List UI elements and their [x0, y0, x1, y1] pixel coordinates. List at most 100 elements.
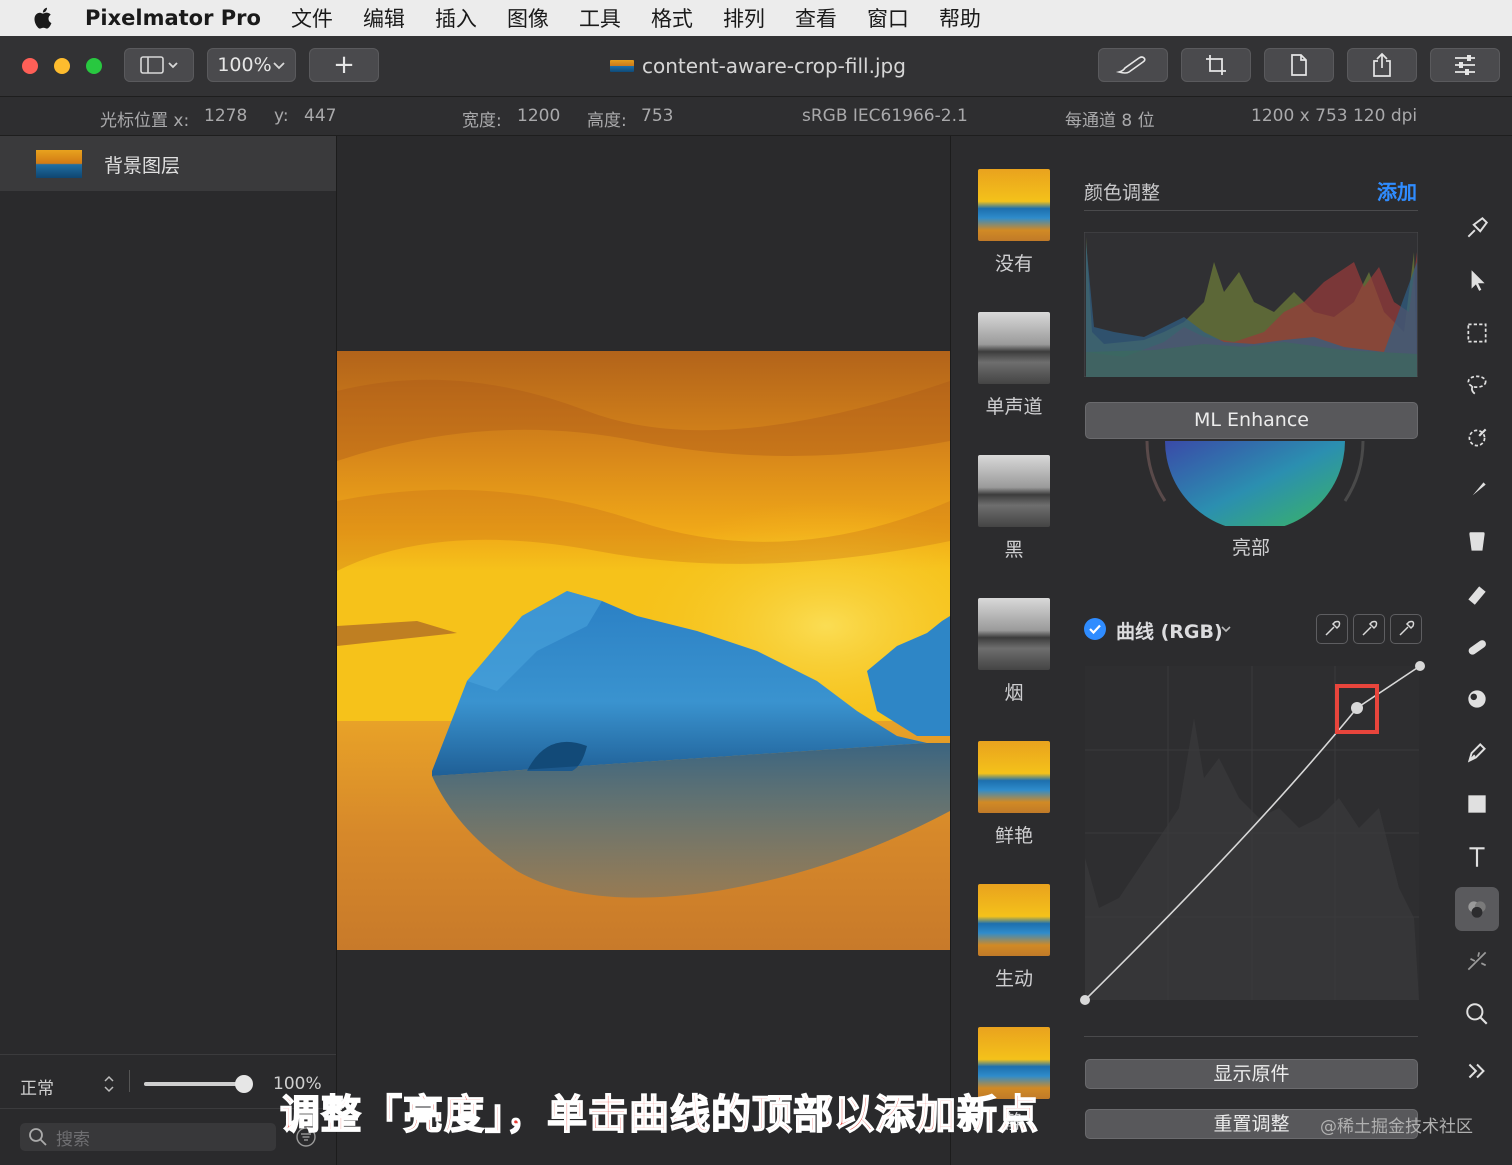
- shape-tool-button[interactable]: [1455, 782, 1499, 826]
- menu-window[interactable]: 窗口: [867, 3, 909, 33]
- paint-tool-button[interactable]: [1455, 206, 1499, 250]
- cursor-x-value: 1278: [204, 106, 248, 126]
- preset-smoke[interactable]: 烟: [978, 598, 1050, 705]
- settings-button[interactable]: [1430, 48, 1500, 82]
- share-icon: [1373, 52, 1391, 77]
- histogram: [1084, 232, 1418, 377]
- menu-tools[interactable]: 工具: [579, 3, 621, 33]
- preset-thumbnail: [978, 598, 1050, 670]
- share-button[interactable]: [1347, 48, 1417, 82]
- eraser-icon: [1468, 586, 1486, 605]
- opacity-fill: [144, 1082, 244, 1086]
- layer-thumbnail: [36, 150, 82, 178]
- divider: [0, 1054, 336, 1055]
- zoom-dropdown[interactable]: 100%: [207, 48, 296, 82]
- menu-image[interactable]: 图像: [507, 3, 549, 33]
- distort-tool-button[interactable]: [1455, 677, 1499, 721]
- effects-tool-button[interactable]: [1455, 939, 1499, 983]
- layers-panel: 背景图层 正常 100% 搜索: [0, 136, 337, 1165]
- menu-edit[interactable]: 编辑: [363, 3, 405, 33]
- crop-icon: [1206, 55, 1226, 75]
- preset-lively[interactable]: 生动: [978, 884, 1050, 991]
- crop-button[interactable]: [1181, 48, 1251, 82]
- curve-point-white[interactable]: [1415, 661, 1425, 671]
- bit-depth: 每通道 8 位: [1065, 111, 1155, 131]
- cursor-y-value: 447: [304, 106, 337, 126]
- document-icon: [1291, 54, 1307, 76]
- search-field[interactable]: 搜索: [20, 1123, 276, 1151]
- menu-file[interactable]: 文件: [291, 3, 333, 33]
- curves-enabled-checkbox[interactable]: [1084, 618, 1106, 640]
- zoom-window-button[interactable]: [86, 58, 102, 74]
- more-tool-button[interactable]: [1455, 1049, 1499, 1093]
- eraser-tool-button[interactable]: [1455, 573, 1499, 617]
- magic-select-icon: [1468, 428, 1487, 447]
- search-placeholder: 搜索: [56, 1129, 90, 1150]
- ml-enhance-button[interactable]: ML Enhance: [1085, 402, 1418, 439]
- layer-name: 背景图层: [104, 155, 181, 177]
- preset-mono[interactable]: 单声道: [978, 312, 1050, 419]
- pen-tool-button[interactable]: [1455, 730, 1499, 774]
- color-wheel[interactable]: [1135, 441, 1375, 526]
- sidebar-icon: [140, 56, 178, 74]
- fill-tool-button[interactable]: [1455, 520, 1499, 564]
- presets-panel: 没有 单声道黑烟鲜艳 生动静: [950, 136, 1076, 1165]
- close-window-button[interactable]: [22, 58, 38, 74]
- add-button[interactable]: +: [309, 48, 379, 82]
- sidebar-toggle-button[interactable]: [124, 48, 194, 82]
- black-point-eyedropper[interactable]: [1316, 614, 1348, 644]
- apple-icon[interactable]: [33, 6, 55, 30]
- updown-chevron-icon[interactable]: [103, 1074, 115, 1094]
- watermark: @稀土掘金技术社区: [1320, 1117, 1473, 1137]
- curve-point-black[interactable]: [1080, 995, 1090, 1005]
- type-tool-button[interactable]: [1455, 835, 1499, 879]
- arrange-tool-button[interactable]: [1455, 258, 1499, 302]
- app-name-menu[interactable]: Pixelmator Pro: [85, 6, 261, 30]
- chevron-down-icon[interactable]: [1220, 624, 1232, 634]
- white-point-eyedropper[interactable]: [1390, 614, 1422, 644]
- layer-row[interactable]: 背景图层: [0, 136, 336, 191]
- curve-point-new[interactable]: [1351, 702, 1363, 714]
- opacity-slider[interactable]: [144, 1075, 253, 1093]
- menu-format[interactable]: 格式: [651, 3, 693, 33]
- distort-icon: [1468, 690, 1486, 708]
- fill-icon: [1469, 532, 1485, 551]
- magic-select-tool-button[interactable]: [1455, 416, 1499, 460]
- preset-black[interactable]: 黑: [978, 455, 1050, 562]
- width-value: 1200: [517, 106, 561, 126]
- document-thumbnail-icon: [610, 60, 634, 72]
- height-value: 753: [641, 106, 674, 126]
- zoom-tool-button[interactable]: [1455, 992, 1499, 1036]
- tools-panel-button[interactable]: [1098, 48, 1168, 82]
- document-button[interactable]: [1264, 48, 1334, 82]
- zoom-icon: [1466, 1003, 1488, 1025]
- add-adjustment-button[interactable]: 添加: [1377, 176, 1417, 205]
- highlights-label: 亮部: [1232, 537, 1271, 559]
- eyedropper-icon: [1362, 620, 1378, 636]
- preset-label: 黑: [1004, 539, 1024, 561]
- eyedropper-icon: [1399, 620, 1415, 636]
- canvas-image[interactable]: [337, 351, 950, 950]
- gray-point-eyedropper[interactable]: [1353, 614, 1385, 644]
- minimize-window-button[interactable]: [54, 58, 70, 74]
- show-original-button[interactable]: 显示原件: [1085, 1059, 1418, 1089]
- preset-none[interactable]: 没有: [978, 169, 1050, 276]
- repair-tool-button[interactable]: [1455, 625, 1499, 669]
- preset-vivid[interactable]: 鲜艳: [978, 741, 1050, 848]
- curves-graph[interactable]: [1079, 658, 1429, 1008]
- opacity-knob[interactable]: [235, 1075, 253, 1093]
- color-adjust-icon: [1468, 901, 1486, 918]
- color-adjust-tool-button[interactable]: [1455, 887, 1499, 931]
- curves-title[interactable]: 曲线 (RGB): [1116, 617, 1223, 644]
- image-info: 1200 x 753 120 dpi: [1251, 106, 1418, 126]
- selection-tool-button[interactable]: [1455, 311, 1499, 355]
- menu-insert[interactable]: 插入: [435, 3, 477, 33]
- tools-sidebar: [1441, 136, 1512, 1165]
- lasso-tool-button[interactable]: [1455, 363, 1499, 407]
- menu-help[interactable]: 帮助: [939, 3, 981, 33]
- blend-mode-select[interactable]: 正常: [20, 1074, 54, 1099]
- preset-thumbnail: [978, 741, 1050, 813]
- brush-tool-button[interactable]: [1455, 468, 1499, 512]
- menu-view[interactable]: 查看: [795, 3, 837, 33]
- menu-arrange[interactable]: 排列: [723, 3, 765, 33]
